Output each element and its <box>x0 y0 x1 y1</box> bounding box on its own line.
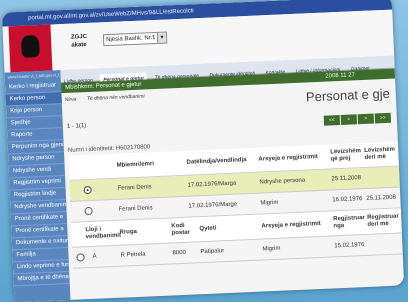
section-label: Mbishkrim: Personat e gjetur <box>65 81 142 91</box>
sidebar-item-mbrojtja[interactable]: Mbrojtja e të dhënave <box>13 271 70 287</box>
sidebar: www.header.vl_f_tab.gov.vl_f_tab Kerko i… <box>4 70 71 302</box>
cell-city: Patipalur <box>200 247 225 255</box>
eagle-icon <box>20 35 40 58</box>
column-header: Lëvizshëm deri më <box>364 146 396 161</box>
current-date: 2008 11 27 <box>325 72 356 80</box>
prev-page-button[interactable]: < <box>340 114 358 125</box>
cell-type: A <box>92 253 97 260</box>
column-header: Qyteti <box>199 224 217 232</box>
cell-name: Ferani Denis <box>118 204 153 213</box>
monitor-screen: portal.mt.gov.al/mt.gov.al/zv/UseWebZ/MH… <box>1 0 405 302</box>
cell-from: 16.02.1976 <box>332 195 363 203</box>
albania-flag-logo <box>8 24 53 73</box>
column-header: Arsyeja e regjistrimit <box>258 153 318 163</box>
column-header: Rruga <box>119 228 138 236</box>
column-header: Lëvizshëm që prej <box>330 148 362 163</box>
column-header: Regjistruar nga <box>333 215 365 230</box>
row-radio[interactable] <box>76 253 85 262</box>
first-page-button[interactable]: << <box>323 115 341 126</box>
cell-name: Ferani Denis <box>117 183 152 192</box>
column-header: Lloji i vendbanimit <box>85 226 122 241</box>
results-table: Mbiemri/emri Datëlindja/vendlindja Arsye… <box>68 141 403 269</box>
last-page-button[interactable]: >> <box>374 112 392 124</box>
cell-reason: Migrim <box>260 199 279 207</box>
chevron-down-icon[interactable]: ▼ <box>156 32 167 43</box>
office-select-value: Njësia Bashk. Nr.1 <box>106 34 156 44</box>
result-count: 1 - 1(1) <box>66 123 87 130</box>
row-radio[interactable] <box>84 206 93 216</box>
cell-to <box>365 167 398 188</box>
column-header: Datëlindja/vendlindja <box>186 156 247 166</box>
column-header: Mbiemri/emri <box>116 160 155 169</box>
tab-nirva[interactable]: Nirva <box>61 93 79 106</box>
cell-to: 25.11.2008 <box>366 194 397 202</box>
cell-postal: 8000 <box>172 249 186 256</box>
column-header: Regjistruar deri më <box>367 213 399 228</box>
cell-reason: Ndryshe persona <box>259 177 306 186</box>
column-header: Arsyeja e regjistrimit <box>261 220 321 230</box>
cell-birth: 17.02.1976/Marge <box>188 201 238 210</box>
column-header: Kodi postar <box>171 222 191 237</box>
office-label: ZGJC akate <box>70 33 88 49</box>
cell-street: R Petrela <box>120 251 146 259</box>
page-title: Personat e gje <box>305 85 391 105</box>
cell-to <box>368 233 401 254</box>
row-radio[interactable] <box>83 185 92 195</box>
office-select[interactable]: Njësia Bashk. Nr.1 ▼ <box>102 31 168 47</box>
photo-background: portal.mt.gov.al/mt.gov.al/zv/UseWebZ/MH… <box>0 0 408 302</box>
tab-te-dhena-vendbanimi[interactable]: Të dhëna nën vendbanimi <box>84 90 148 105</box>
cell-from: 25.11.2008 <box>331 174 362 182</box>
next-page-button[interactable]: > <box>357 113 375 125</box>
pagination: << < > >> <box>322 106 392 126</box>
cell-from: 15.02.1976 <box>334 241 365 249</box>
cell-reason: Migrim <box>262 245 281 253</box>
cell-birth: 17.02.1976/Marga <box>187 180 237 189</box>
